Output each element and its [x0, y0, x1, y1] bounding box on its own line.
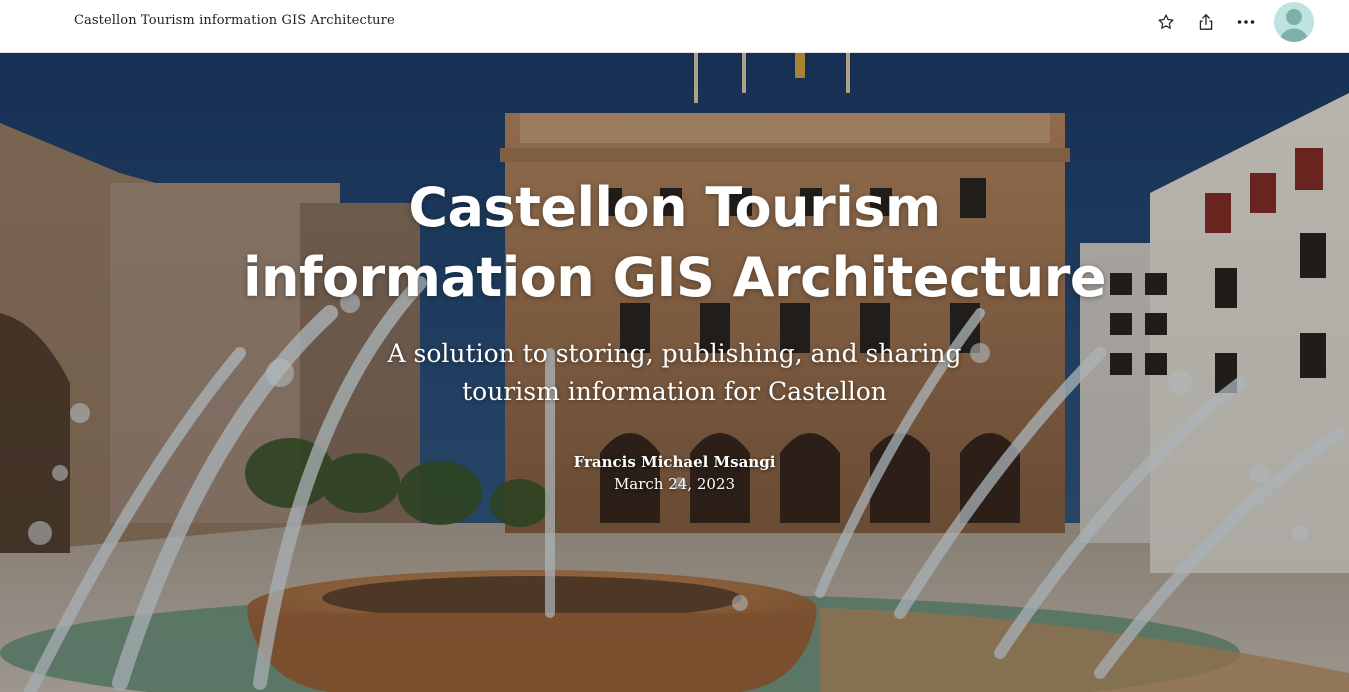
- more-options-button[interactable]: [1230, 6, 1262, 38]
- hero-title: Castellon Tourism information GIS Archit…: [243, 176, 1107, 309]
- top-bar: Castellon Tourism information GIS Archit…: [0, 0, 1349, 53]
- user-avatar[interactable]: [1274, 2, 1314, 42]
- hero-content: Castellon Tourism information GIS Archit…: [0, 173, 1349, 493]
- publish-date: March 24, 2023: [613, 475, 736, 493]
- share-button[interactable]: [1190, 6, 1222, 38]
- hero-cover: Castellon Tourism information GIS Archit…: [0, 53, 1349, 692]
- share-icon: [1198, 13, 1214, 31]
- author-name: Francis Michael Msangi: [573, 453, 776, 471]
- star-icon: [1157, 13, 1175, 31]
- story-title: Castellon Tourism information GIS Archit…: [74, 13, 395, 28]
- hero-subtitle: A solution to storing, publishing, and s…: [387, 339, 962, 406]
- more-icon: [1237, 19, 1255, 25]
- favorite-button[interactable]: [1150, 6, 1182, 38]
- header-actions: [1142, 2, 1314, 42]
- user-avatar-icon: [1274, 2, 1314, 42]
